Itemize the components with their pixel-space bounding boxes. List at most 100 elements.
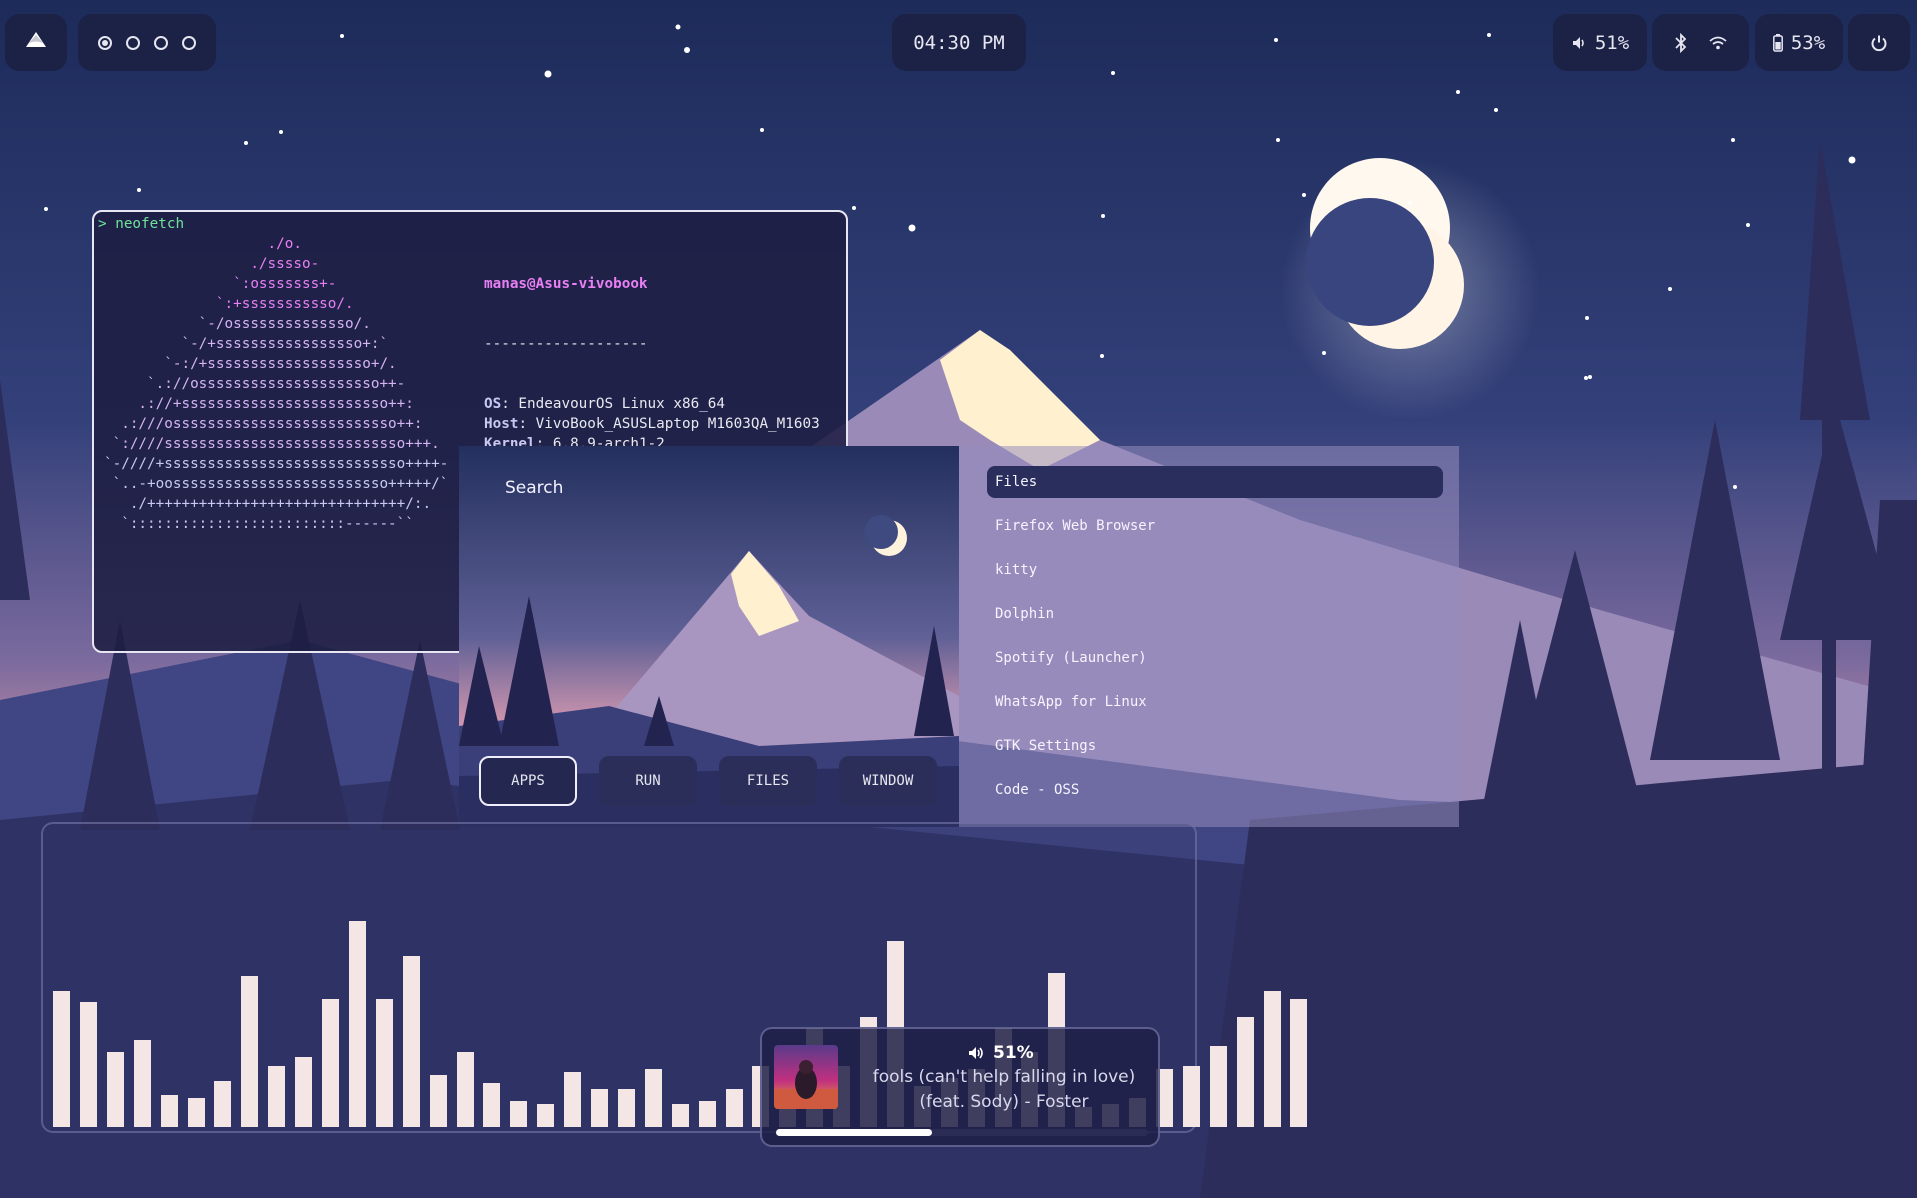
playback-progress-fill bbox=[776, 1129, 933, 1136]
visualizer-bar bbox=[456, 1052, 474, 1127]
logo-line: ./o. bbox=[104, 236, 302, 252]
logo-line: `:osssssss+- bbox=[104, 276, 337, 292]
distro-ascii-logo: ./o. ./sssso- `:osssssss+- `:+ssssssssss… bbox=[104, 234, 448, 534]
visualizer-bar bbox=[429, 1075, 447, 1127]
prompt-symbol: > bbox=[98, 216, 107, 232]
logo-line: `:////ssssssssssssssssssssssssssso+++. bbox=[104, 436, 440, 452]
logo-line: ./sssso- bbox=[104, 256, 320, 272]
visualizer-bar bbox=[241, 976, 259, 1127]
info-line: Host: VivoBook_ASUSLaptop M1603QA_M1603 bbox=[484, 414, 820, 434]
visualizer-bar bbox=[214, 1081, 232, 1127]
battery-indicator[interactable]: 53% bbox=[1755, 14, 1843, 71]
workspace-2[interactable] bbox=[126, 35, 140, 50]
music-volume[interactable]: 51% bbox=[967, 1043, 1034, 1063]
power-icon bbox=[1870, 34, 1888, 52]
logo-line: `:::::::::::::::::::::::::------`` bbox=[104, 516, 414, 532]
visualizer-bar bbox=[671, 1104, 689, 1127]
music-player-widget[interactable]: 51% fools (can't help falling in love) (… bbox=[760, 1027, 1160, 1147]
clock-text: 04:30 PM bbox=[913, 31, 1005, 54]
mode-files-button[interactable]: FILES bbox=[719, 756, 817, 806]
workspace-1[interactable] bbox=[98, 35, 112, 50]
workspace-3[interactable] bbox=[154, 35, 168, 50]
info-line: OS: EndeavourOS Linux x86_64 bbox=[484, 394, 820, 414]
bluetooth-icon[interactable] bbox=[1674, 32, 1687, 53]
visualizer-bar bbox=[133, 1040, 151, 1127]
logo-line: `-/ossssssssssssso/. bbox=[104, 316, 371, 332]
speaker-icon bbox=[967, 1045, 985, 1061]
visualizer-bar bbox=[295, 1057, 313, 1127]
workspace-4[interactable] bbox=[182, 35, 196, 50]
visualizer-bar bbox=[106, 1052, 124, 1127]
volume-label: 51% bbox=[1594, 31, 1630, 54]
visualizer-bar bbox=[1290, 999, 1308, 1127]
visualizer-bar bbox=[698, 1101, 716, 1127]
album-cover[interactable] bbox=[774, 1045, 838, 1109]
visualizer-bar bbox=[537, 1104, 555, 1127]
song-title: fools (can't help falling in love) (feat… bbox=[872, 1067, 1136, 1112]
app-item-firefox[interactable]: Firefox Web Browser bbox=[987, 510, 1443, 542]
mode-run-button[interactable]: RUN bbox=[599, 756, 697, 806]
visualizer-bar bbox=[483, 1083, 501, 1127]
prompt-command: neofetch bbox=[115, 216, 185, 232]
visualizer-bar bbox=[375, 999, 393, 1127]
app-item-code-oss[interactable]: Code - OSS bbox=[987, 774, 1443, 806]
visualizer-bar bbox=[617, 1089, 635, 1127]
info-key: OS bbox=[484, 396, 502, 412]
visualizer-bar bbox=[1236, 1017, 1254, 1127]
app-launcher[interactable]: Search APPS RUN FILES WINDOW Files Firef… bbox=[459, 446, 1459, 827]
logo-line: `:+sssssssssso/. bbox=[104, 296, 354, 312]
visualizer-bar bbox=[268, 1066, 286, 1127]
visualizer-bar bbox=[348, 921, 366, 1127]
speaker-icon bbox=[1571, 35, 1587, 51]
logo-line: `-:/+sssssssssssssssssso+/. bbox=[104, 356, 397, 372]
visualizer-bar bbox=[564, 1072, 582, 1127]
music-volume-label: 51% bbox=[993, 1043, 1034, 1063]
visualizer-bar bbox=[1263, 991, 1281, 1127]
app-item-files[interactable]: Files bbox=[987, 466, 1443, 498]
logo-line: `-////+ssssssssssssssssssssssssssso++++- bbox=[104, 456, 449, 472]
info-separator: ------------------- bbox=[484, 336, 648, 352]
app-item-whatsapp[interactable]: WhatsApp for Linux bbox=[987, 686, 1443, 718]
app-list: Files Firefox Web Browser kitty Dolphin … bbox=[959, 446, 1459, 827]
user-host: manas@Asus-vivobook bbox=[484, 276, 648, 292]
network-indicators[interactable] bbox=[1652, 14, 1749, 71]
logo-line: `..-+oosssssssssssssssssssssssso+++++/` bbox=[104, 476, 449, 492]
visualizer-bar bbox=[187, 1098, 205, 1127]
info-value: : VivoBook_ASUSLaptop M1603QA_M1603 bbox=[518, 416, 820, 432]
info-key: Host bbox=[484, 416, 519, 432]
info-value: : EndeavourOS Linux x86_64 bbox=[501, 396, 726, 412]
visualizer-bar bbox=[322, 999, 339, 1127]
launcher-button[interactable] bbox=[5, 14, 67, 71]
visualizer-bar bbox=[725, 1089, 743, 1127]
volume-indicator[interactable]: 51% bbox=[1553, 14, 1647, 71]
logo-line: ./++++++++++++++++++++++++++++++/:. bbox=[104, 496, 432, 512]
logo-line: `.://osssssssssssssssssssso++- bbox=[104, 376, 406, 392]
mode-apps-button[interactable]: APPS bbox=[479, 756, 577, 806]
search-label[interactable]: Search bbox=[505, 478, 563, 498]
logo-line: `-/+sssssssssssssssso+:` bbox=[104, 336, 389, 352]
visualizer-bar bbox=[1209, 1046, 1227, 1127]
logo-line: .://+ssssssssssssssssssssssso++: bbox=[104, 396, 414, 412]
visualizer-bar bbox=[160, 1095, 178, 1127]
visualizer-bar bbox=[402, 956, 420, 1127]
wifi-icon[interactable] bbox=[1708, 36, 1727, 50]
app-item-kitty[interactable]: kitty bbox=[987, 554, 1443, 586]
battery-icon bbox=[1772, 33, 1783, 52]
clock[interactable]: 04:30 PM bbox=[892, 14, 1026, 71]
workspaces bbox=[78, 14, 216, 71]
visualizer-bar bbox=[1182, 1066, 1200, 1127]
visualizer-bar bbox=[79, 1002, 97, 1127]
visualizer-bar bbox=[510, 1101, 528, 1127]
logo-line: .:///ossssssssssssssssssssssssso++: bbox=[104, 416, 423, 432]
visualizer-bar bbox=[644, 1069, 662, 1127]
playback-progress[interactable] bbox=[776, 1129, 1148, 1136]
visualizer-bar bbox=[591, 1089, 608, 1127]
battery-label: 53% bbox=[1790, 31, 1826, 54]
power-button[interactable] bbox=[1848, 14, 1910, 71]
visualizer-bar bbox=[53, 991, 70, 1127]
app-item-gtk-settings[interactable]: GTK Settings bbox=[987, 730, 1443, 762]
terminal-prompt: > neofetch bbox=[98, 214, 184, 234]
app-item-spotify[interactable]: Spotify (Launcher) bbox=[987, 642, 1443, 674]
app-item-dolphin[interactable]: Dolphin bbox=[987, 598, 1443, 630]
mode-window-button[interactable]: WINDOW bbox=[839, 756, 937, 806]
